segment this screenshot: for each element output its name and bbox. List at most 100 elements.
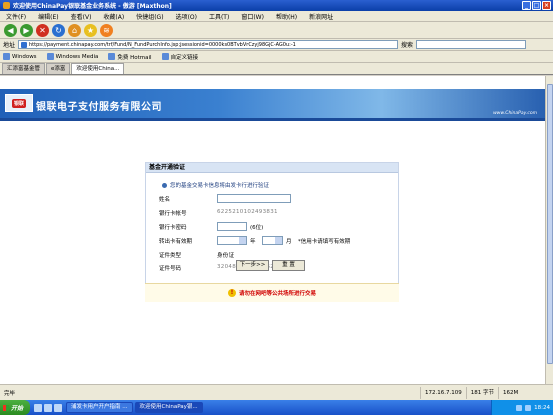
quick-launch-icon[interactable] xyxy=(44,403,52,412)
link-windows[interactable]: Windows xyxy=(3,53,37,60)
taskbar-item-guide[interactable]: 浦发卡用户开户指南 ... xyxy=(66,402,133,413)
menu-favorites[interactable]: 收藏(A) xyxy=(103,12,124,21)
address-bar: 地址 https://payment.chinapay.com/trf/Fund… xyxy=(0,39,553,51)
brand-name: 银联电子支付服务有限公司 xyxy=(36,102,162,113)
next-button[interactable]: 下一步>> xyxy=(236,260,269,271)
card-label: 银行卡帐号 xyxy=(159,211,187,217)
menu-help[interactable]: 帮助(H) xyxy=(276,12,297,21)
status-text: 完毕 xyxy=(4,390,16,397)
scrollbar-thumb[interactable] xyxy=(547,84,553,364)
tray-icon[interactable] xyxy=(525,404,532,411)
password-field[interactable] xyxy=(217,222,247,231)
warning-icon: ! xyxy=(227,289,236,297)
back-icon[interactable]: ◀ xyxy=(4,23,17,37)
links-bar: Windows Windows Media 免费 Hotmail 自定义链接 xyxy=(0,51,553,63)
link-label: Windows xyxy=(12,53,37,60)
tab-etianfu[interactable]: e添富 xyxy=(46,63,71,74)
system-tray: 18:24 xyxy=(491,400,553,415)
stop-icon[interactable]: ✕ xyxy=(36,23,49,37)
menu-tools[interactable]: 工具(T) xyxy=(209,12,229,21)
header-banner: 银联 银联电子支付服务有限公司 www.ChinaPay.com xyxy=(0,89,545,121)
site-url: www.ChinaPay.com xyxy=(493,111,537,116)
menu-sina[interactable]: 新浪网址 xyxy=(309,12,333,21)
tab-huitianfu[interactable]: 汇添富基金管 xyxy=(2,63,46,74)
taskbar: 开始 浦发卡用户开户指南 ... 欢迎使用ChinaPay银... 18:24 xyxy=(0,400,553,415)
title-bar[interactable]: 欢迎使用ChinaPay银联基金业务系统 - 傲游 [Maxthon] _ □ … xyxy=(0,0,553,11)
fund-verify-panel: 基金开通验证 您的基金交易卡信息将由发卡行进行验证 姓名 银行卡帐号 62252… xyxy=(145,162,399,302)
menu-window[interactable]: 窗口(W) xyxy=(241,12,264,21)
clock: 18:24 xyxy=(534,404,550,411)
expiry-year-select[interactable] xyxy=(217,236,247,245)
tab-bar: 汇添富基金管 e添富 欢迎使用China... xyxy=(0,63,553,75)
search-label: 搜索 xyxy=(401,42,414,49)
status-bar: 完毕 172.16.7.109 181 字节 162M xyxy=(0,384,553,400)
name-label: 姓名 xyxy=(159,197,171,203)
idnum-label: 证件号码 xyxy=(159,266,182,272)
link-label: Windows Media xyxy=(55,53,99,60)
password-label: 银行卡密码 xyxy=(159,225,187,231)
security-warning: ! 请勿在网吧等公共场所进行交易 xyxy=(145,283,399,302)
notice-text: 您的基金交易卡信息将由发卡行进行验证 xyxy=(170,183,270,189)
card-number: 6225210102493831 xyxy=(217,209,278,215)
menu-file[interactable]: 文件(F) xyxy=(6,12,26,21)
menu-bar: 文件(F) 编辑(E) 查看(V) 收藏(A) 快捷组(G) 选项(O) 工具(… xyxy=(0,11,553,22)
maximize-button[interactable]: □ xyxy=(532,1,541,10)
browser-window: 欢迎使用ChinaPay银联基金业务系统 - 傲游 [Maxthon] _ □ … xyxy=(0,0,553,415)
home-icon[interactable]: ⌂ xyxy=(68,23,81,37)
close-button[interactable]: × xyxy=(542,1,551,10)
menu-edit[interactable]: 编辑(E) xyxy=(38,12,58,21)
link-windows-media[interactable]: Windows Media xyxy=(46,53,99,60)
page-icon xyxy=(161,53,169,60)
search-input[interactable] xyxy=(416,40,527,49)
menu-groups[interactable]: 快捷组(G) xyxy=(136,12,163,21)
toolbar: ◀ ▶ ✕ ↻ ⌂ ★ ≋ xyxy=(0,22,553,39)
windows-flag-icon xyxy=(3,404,9,411)
vertical-scrollbar[interactable] xyxy=(545,76,553,384)
status-ip: 172.16.7.109 xyxy=(420,386,466,399)
menu-view[interactable]: 查看(V) xyxy=(71,12,92,21)
menu-options[interactable]: 选项(O) xyxy=(176,12,197,21)
address-label: 地址 xyxy=(3,42,16,49)
page-icon xyxy=(46,53,54,60)
url-input[interactable]: https://payment.chinapay.com/trf/Fund/N_… xyxy=(18,40,399,49)
link-label: 自定义链接 xyxy=(170,54,199,61)
link-hotmail[interactable]: 免费 Hotmail xyxy=(108,53,152,61)
refresh-icon[interactable]: ↻ xyxy=(52,23,65,37)
window-title: 欢迎使用ChinaPay银联基金业务系统 - 傲游 [Maxthon] xyxy=(13,3,172,10)
verify-notice: 您的基金交易卡信息将由发卡行进行验证 xyxy=(162,181,269,189)
favorites-icon[interactable]: ★ xyxy=(84,23,97,37)
banner-stripe xyxy=(0,118,545,121)
link-custom[interactable]: 自定义链接 xyxy=(161,53,199,61)
panel-title: 基金开通验证 xyxy=(146,163,398,173)
taskbar-item-chinapay[interactable]: 欢迎使用ChinaPay银... xyxy=(134,402,203,413)
expiry-label: 转出卡有效期 xyxy=(159,239,193,245)
logo-text: 银联 xyxy=(11,98,26,108)
expiry-note: *信用卡请填写有效期 xyxy=(298,239,351,245)
forward-icon[interactable]: ▶ xyxy=(20,23,33,37)
page-icon xyxy=(3,53,10,60)
quick-launch xyxy=(30,403,66,412)
warning-text: 请勿在网吧等公共场所进行交易 xyxy=(238,291,316,297)
window-controls: _ □ × xyxy=(522,1,551,10)
name-field[interactable] xyxy=(217,194,291,203)
month-unit: 月 xyxy=(286,239,292,245)
link-label: 免费 Hotmail xyxy=(117,54,152,61)
tab-chinapay[interactable]: 欢迎使用China... xyxy=(71,63,125,74)
idtype-label: 证件类型 xyxy=(159,253,182,259)
idtype-value: 身份证 xyxy=(217,253,235,259)
reset-button[interactable]: 重 置 xyxy=(272,260,305,271)
page-content: 银联 银联电子支付服务有限公司 www.ChinaPay.com 基金开通验证 … xyxy=(0,76,545,384)
quick-launch-icon[interactable] xyxy=(54,403,62,412)
minimize-button[interactable]: _ xyxy=(522,1,531,10)
rss-icon[interactable]: ≋ xyxy=(100,23,113,37)
expiry-month-select[interactable] xyxy=(262,236,283,245)
unionpay-logo: 银联 xyxy=(5,94,33,112)
start-label: 开始 xyxy=(11,405,24,412)
status-memory: 162M xyxy=(498,386,522,399)
tray-icon[interactable] xyxy=(516,404,523,411)
page-icon xyxy=(108,53,116,60)
quick-launch-icon[interactable] xyxy=(34,403,42,412)
year-unit: 年 xyxy=(250,239,256,245)
start-button[interactable]: 开始 xyxy=(0,400,30,415)
status-bytes: 181 字节 xyxy=(465,386,498,399)
